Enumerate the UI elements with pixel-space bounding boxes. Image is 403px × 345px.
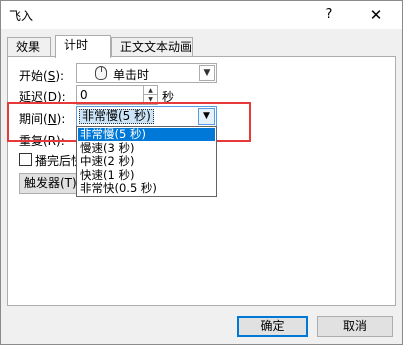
tab-text-animation[interactable]: 正文文本动画 bbox=[111, 37, 193, 57]
duration-option[interactable]: 非常慢(5 秒) bbox=[78, 128, 215, 141]
tab-timing[interactable]: 计时 bbox=[55, 35, 111, 58]
help-icon[interactable]: ? bbox=[319, 5, 339, 25]
duration-option[interactable]: 中速(2 秒) bbox=[78, 155, 215, 168]
dialog-title: 飞入 bbox=[9, 9, 34, 23]
tab-effect[interactable]: 效果 bbox=[7, 37, 51, 57]
start-select[interactable]: 单击时 ▼ bbox=[76, 63, 217, 83]
start-value: 单击时 bbox=[113, 68, 150, 82]
trigger-button[interactable]: 触发器(T) bbox=[19, 173, 83, 194]
close-icon[interactable]: ✕ bbox=[365, 4, 387, 26]
ok-button[interactable]: 确定 bbox=[237, 316, 308, 337]
duration-dropdown-list: 非常慢(5 秒) 慢速(3 秒) 中速(2 秒) 快速(1 秒) 非常快(0.5… bbox=[76, 126, 217, 197]
cancel-button[interactable]: 取消 bbox=[317, 316, 393, 337]
rewind-checkbox[interactable] bbox=[19, 153, 32, 166]
mouse-icon bbox=[95, 66, 107, 80]
start-label: 开始(S): bbox=[19, 69, 65, 83]
spin-up-icon[interactable]: ▲ bbox=[144, 86, 157, 95]
title-bar: 飞入 ? ✕ bbox=[1, 1, 402, 29]
chevron-down-icon[interactable]: ▼ bbox=[199, 65, 215, 81]
dialog-window: 飞入 ? ✕ 效果 计时 正文文本动画 开始(S): 单击时 ▼ 延迟(D): … bbox=[0, 0, 403, 345]
duration-option[interactable]: 非常快(0.5 秒) bbox=[78, 182, 215, 195]
delay-value: 0 bbox=[80, 88, 88, 102]
